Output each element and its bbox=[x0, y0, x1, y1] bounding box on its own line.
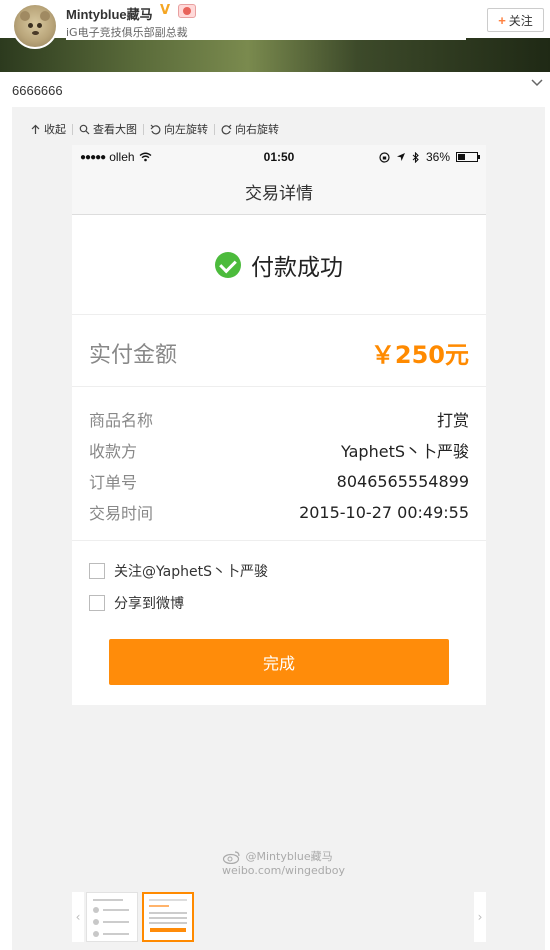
verified-icon[interactable]: V bbox=[160, 4, 174, 18]
username[interactable]: Mintyblue藏马 bbox=[66, 4, 153, 23]
detail-key: 收款方 bbox=[89, 442, 138, 461]
watermark: @Mintyblue藏马 weibo.com/wingedboy bbox=[222, 850, 345, 878]
rotate-left-icon bbox=[150, 124, 161, 134]
transaction-details: 商品名称 打赏 收款方 YaphetS丶卜严骏 订单号 804656555489… bbox=[72, 387, 486, 541]
follow-checkbox[interactable] bbox=[89, 563, 105, 579]
payment-status: 付款成功 bbox=[72, 215, 486, 315]
thumbnail-selected[interactable] bbox=[142, 892, 194, 942]
thumbnail-prev-button[interactable]: ‹ bbox=[72, 892, 84, 942]
follow-option-label: 关注@YaphetS丶卜严骏 bbox=[114, 564, 268, 580]
nav-title: 交易详情 bbox=[72, 169, 486, 215]
collapse-icon bbox=[31, 124, 40, 134]
amount-label: 实付金额 bbox=[89, 343, 178, 368]
detail-value: 2015-10-27 00:49:55 bbox=[299, 502, 469, 522]
thumbnail-dot bbox=[93, 931, 99, 937]
rotate-left-button[interactable]: 向左旋转 bbox=[144, 121, 214, 137]
avatar-nose bbox=[32, 31, 39, 35]
rotate-right-button[interactable]: 向右旋转 bbox=[215, 121, 285, 137]
follow-label: 关注 bbox=[508, 13, 533, 28]
detail-row-order: 订单号 8046565554899 bbox=[89, 469, 469, 493]
thumbnail-line bbox=[149, 922, 187, 924]
thumbnail-line bbox=[149, 917, 187, 919]
bluetooth-icon bbox=[412, 151, 419, 163]
chevron-down-icon[interactable] bbox=[530, 76, 544, 90]
view-large-label: 查看大图 bbox=[93, 123, 137, 136]
image-viewer: 收起 查看大图 向左旋转 向右旋转 ●●●●● olleh 01:50 36% … bbox=[12, 107, 545, 950]
amount-row: 实付金额 ￥250元 bbox=[72, 315, 486, 387]
thumbnail-line bbox=[103, 933, 129, 935]
battery-percent: 36% bbox=[425, 150, 450, 164]
user-info: Mintyblue藏马 V iG电子竞技俱乐部副总裁 bbox=[66, 0, 466, 40]
thumbnail-line bbox=[103, 921, 129, 923]
image-toolbar: 收起 查看大图 向左旋转 向右旋转 bbox=[24, 121, 285, 137]
rotate-right-label: 向右旋转 bbox=[235, 123, 279, 136]
detail-value: 打赏 bbox=[436, 411, 469, 430]
thumbnail-line bbox=[93, 899, 123, 901]
checkmark-icon bbox=[215, 251, 241, 278]
watermark-handle: @Mintyblue藏马 bbox=[245, 850, 333, 863]
thumbnail-line bbox=[103, 909, 129, 911]
plus-icon: + bbox=[498, 12, 506, 28]
location-icon bbox=[396, 153, 405, 161]
phone-status-bar: ●●●●● olleh 01:50 36% bbox=[72, 145, 486, 169]
user-description: iG电子竞技俱乐部副总裁 bbox=[66, 26, 188, 39]
share-option-label: 分享到微博 bbox=[114, 596, 184, 612]
follow-button[interactable]: + 关注 bbox=[487, 8, 544, 32]
thumbnail-strip: ‹ › bbox=[72, 892, 486, 942]
follow-option[interactable]: 关注@YaphetS丶卜严骏 bbox=[89, 562, 268, 580]
detail-value: YaphetS丶卜严骏 bbox=[341, 442, 469, 461]
avatar-ear bbox=[20, 11, 30, 21]
collapse-button[interactable]: 收起 bbox=[24, 121, 72, 137]
detail-row-time: 交易时间 2015-10-27 00:49:55 bbox=[89, 500, 469, 524]
avatar-eye bbox=[37, 23, 42, 28]
search-icon bbox=[79, 124, 90, 134]
avatar[interactable] bbox=[12, 3, 58, 49]
view-large-button[interactable]: 查看大图 bbox=[73, 121, 143, 137]
thumbnail-line bbox=[149, 905, 169, 907]
collapse-label: 收起 bbox=[44, 123, 66, 136]
profile-banner bbox=[0, 38, 550, 72]
thumbnail-button bbox=[150, 928, 186, 932]
detail-key: 商品名称 bbox=[89, 411, 154, 430]
rotate-right-icon bbox=[221, 124, 232, 134]
watermark-url: weibo.com/wingedboy bbox=[222, 864, 346, 877]
member-badge-icon[interactable] bbox=[178, 4, 196, 18]
battery-icon bbox=[456, 152, 480, 162]
rotation-lock-icon bbox=[379, 151, 390, 163]
thumbnail-dot bbox=[93, 907, 99, 913]
detail-row-payee: 收款方 YaphetS丶卜严骏 bbox=[89, 438, 469, 462]
share-checkbox[interactable] bbox=[89, 595, 105, 611]
avatar-eye bbox=[28, 23, 33, 28]
thumbnail-line bbox=[149, 912, 187, 914]
detail-row-product: 商品名称 打赏 bbox=[89, 407, 469, 431]
amount-value: ￥250元 bbox=[370, 341, 469, 369]
detail-key: 交易时间 bbox=[89, 504, 154, 523]
thumbnail-next-button[interactable]: › bbox=[474, 892, 486, 942]
weibo-logo-icon bbox=[222, 851, 240, 864]
share-option[interactable]: 分享到微博 bbox=[89, 594, 184, 612]
success-text: 付款成功 bbox=[251, 254, 343, 281]
thumbnail-line bbox=[149, 899, 187, 901]
done-button[interactable]: 完成 bbox=[109, 639, 449, 685]
post-text: 6666666 bbox=[12, 83, 63, 98]
thumbnail[interactable] bbox=[86, 892, 138, 942]
detail-key: 订单号 bbox=[89, 473, 138, 492]
detail-value: 8046565554899 bbox=[336, 471, 469, 491]
rotate-left-label: 向左旋转 bbox=[164, 123, 208, 136]
thumbnail-dot bbox=[93, 919, 99, 925]
payment-screenshot[interactable]: ●●●●● olleh 01:50 36% 交易详情 付款成功 实付金额 ￥25… bbox=[72, 145, 486, 705]
avatar-ear bbox=[40, 11, 50, 21]
